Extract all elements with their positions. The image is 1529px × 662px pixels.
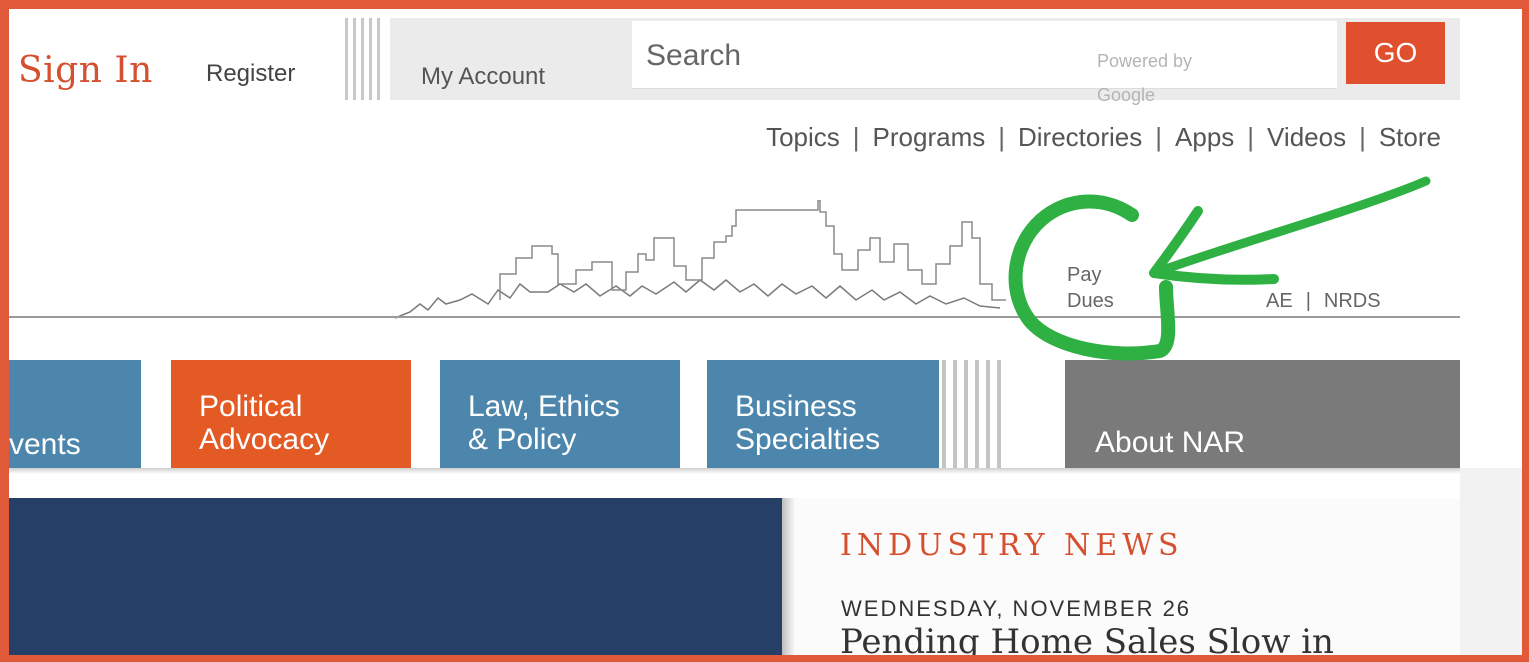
separator: |	[1247, 122, 1255, 152]
search-input[interactable]	[644, 35, 1078, 77]
nav-political-advocacy[interactable]: Political Advocacy	[171, 360, 411, 468]
nav-shadow	[9, 468, 1460, 474]
industry-news-heading: INDUSTRY NEWS	[840, 528, 1184, 563]
powered-by-google: Powered by Google	[1097, 51, 1193, 105]
separator: |	[1155, 122, 1163, 152]
sign-in-link[interactable]: Sign In	[18, 50, 153, 91]
nav-label-line2: Advocacy	[199, 423, 330, 456]
top-links: Topics | Programs | Directories | Apps | Videos |…	[766, 122, 1441, 153]
top-link-topics[interactable]: Topics	[766, 122, 840, 152]
search-go-button[interactable]: GO	[1346, 22, 1445, 84]
nav-label-line2: Specialties	[735, 423, 881, 456]
decorative-stripes	[345, 18, 383, 100]
hero-banner[interactable]	[9, 498, 782, 658]
nav-label-line1: Business	[735, 390, 857, 423]
separator: |	[998, 122, 1005, 152]
top-link-directories[interactable]: Directories	[1018, 122, 1142, 152]
nav-label-line1: Political	[199, 390, 303, 423]
news-headline-link[interactable]: Pending Home Sales Slow in	[840, 622, 1334, 662]
top-link-programs[interactable]: Programs	[873, 122, 986, 152]
news-date: WEDNESDAY, NOVEMBER 26	[841, 596, 1192, 621]
nav-business-specialties[interactable]: Business Specialties	[707, 360, 939, 468]
nav-events[interactable]: vents	[9, 360, 141, 468]
top-link-apps[interactable]: Apps	[1175, 122, 1234, 152]
decorative-stripes	[942, 360, 1006, 468]
separator: |	[852, 122, 860, 152]
hero-shadow	[782, 498, 796, 658]
city-skyline-illustration	[394, 200, 1006, 319]
nav-label-line2: & Policy	[468, 423, 577, 456]
right-gutter	[1460, 468, 1522, 658]
nav-law-ethics-policy[interactable]: Law, Ethics & Policy	[440, 360, 680, 468]
annotation-arrow-icon	[1008, 176, 1431, 361]
separator: |	[1359, 122, 1366, 152]
nav-events-label: vents	[9, 428, 81, 461]
nav-label-line1: Law, Ethics	[468, 390, 620, 423]
top-link-store[interactable]: Store	[1379, 122, 1441, 152]
my-account-link[interactable]: My Account	[421, 63, 545, 91]
top-link-videos[interactable]: Videos	[1267, 122, 1346, 152]
register-link[interactable]: Register	[206, 60, 295, 88]
nav-about-nar[interactable]: About NAR	[1065, 360, 1460, 468]
